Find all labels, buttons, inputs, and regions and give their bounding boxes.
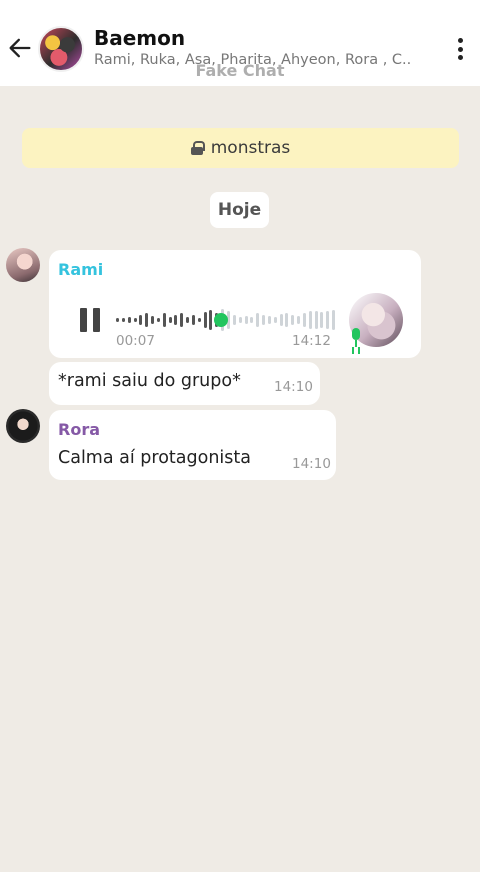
waveform-bar xyxy=(250,317,254,323)
waveform-bar xyxy=(186,317,190,323)
waveform-bar xyxy=(168,317,172,323)
message-time: 14:12 xyxy=(292,333,331,349)
waveform-bar xyxy=(238,317,242,323)
message-bubble[interactable]: *rami saiu do grupo* 14:10 xyxy=(49,362,320,405)
message-text: Calma aí protagonista xyxy=(58,448,251,468)
voice-message-bubble[interactable]: Rami 00:07 14:12 xyxy=(49,250,421,358)
waveform-bar xyxy=(308,311,312,329)
more-options-icon[interactable] xyxy=(456,38,464,60)
avatar-rami[interactable] xyxy=(6,248,40,282)
avatar-rora[interactable] xyxy=(6,409,40,443)
sender-name: Rami xyxy=(58,260,104,279)
message-time: 14:10 xyxy=(292,456,331,472)
waveform-bar xyxy=(244,316,248,324)
waveform-bar xyxy=(116,318,119,322)
banner-text: monstras xyxy=(210,138,291,158)
group-name[interactable]: Baemon xyxy=(94,26,185,50)
waveform-bar xyxy=(314,311,318,329)
lock-icon xyxy=(190,141,205,155)
audio-waveform[interactable] xyxy=(116,307,338,333)
waveform-bar xyxy=(291,315,295,325)
back-arrow-icon[interactable] xyxy=(6,34,34,62)
waveform-bar xyxy=(139,315,143,325)
waveform-bar xyxy=(174,315,178,325)
waveform-bar xyxy=(209,310,213,330)
message-time: 14:10 xyxy=(274,379,313,395)
waveform-bar xyxy=(302,313,306,327)
waveform-bar xyxy=(256,313,260,327)
sender-name: Rora xyxy=(58,420,100,439)
waveform-bar xyxy=(180,313,184,327)
waveform-bar xyxy=(273,317,277,323)
waveform-bar xyxy=(191,315,195,325)
waveform-bar xyxy=(297,316,301,324)
waveform-bar xyxy=(145,313,149,327)
waveform-bar xyxy=(127,317,131,323)
waveform-bar xyxy=(285,313,289,327)
waveform-bar xyxy=(151,316,155,324)
waveform-bar xyxy=(197,318,201,322)
pause-icon[interactable] xyxy=(80,308,102,332)
waveform-bar xyxy=(279,314,283,326)
waveform-bar xyxy=(203,312,207,328)
waveform-bar xyxy=(232,315,236,325)
waveform-bar xyxy=(121,318,125,322)
waveform-bar xyxy=(332,310,336,330)
mic-icon xyxy=(349,328,363,348)
waveform-bar xyxy=(326,311,330,329)
message-text: *rami saiu do grupo* xyxy=(58,371,241,391)
waveform-bar xyxy=(262,315,266,325)
waveform-bar xyxy=(156,318,160,322)
encryption-banner: monstras xyxy=(22,128,459,168)
waveform-bar xyxy=(267,316,271,324)
chat-header: Baemon Rami, Ruka, Asa, Pharita, Ahyeon,… xyxy=(0,0,480,86)
waveform-bar xyxy=(133,318,137,322)
watermark: Fake Chat xyxy=(195,61,285,80)
waveform-bar xyxy=(320,312,324,328)
date-divider: Hoje xyxy=(210,192,269,228)
message-bubble[interactable]: Rora Calma aí protagonista 14:10 xyxy=(49,410,336,480)
voice-duration: 00:07 xyxy=(116,333,155,349)
waveform-bar xyxy=(162,313,166,327)
